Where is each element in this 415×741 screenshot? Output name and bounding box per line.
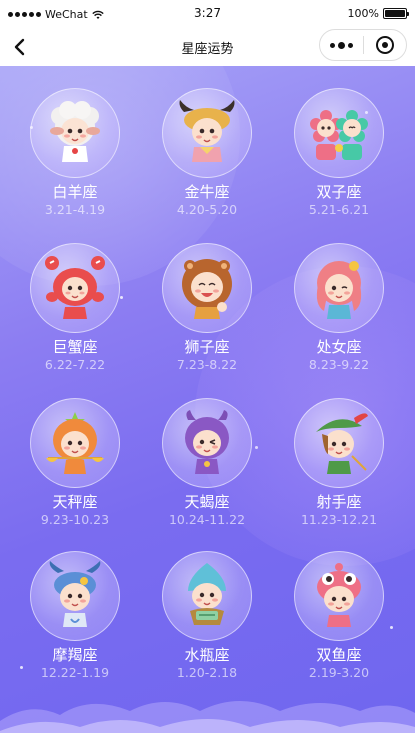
miniprogram-capsule	[319, 29, 407, 61]
sign-name: 天蝎座	[184, 493, 230, 511]
sign-date-range: 8.23-9.22	[308, 357, 370, 372]
sign-card-aries[interactable]: 白羊座 3.21-4.19	[10, 88, 140, 243]
sagittarius-character-icon	[294, 398, 384, 488]
sign-date-range: 12.22-1.19	[40, 665, 110, 680]
battery-percent: 100%	[347, 7, 379, 20]
sign-name: 处女座	[316, 338, 362, 356]
sign-name: 巨蟹座	[52, 338, 98, 356]
battery-icon	[383, 8, 409, 19]
zodiac-content: 白羊座 3.21-4.19 金牛座 4.20-5.20 双子座 5.21-6.2…	[0, 66, 415, 741]
libra-character-icon	[30, 398, 120, 488]
scorpio-character-icon	[162, 398, 252, 488]
sign-date-range: 10.24-11.22	[168, 512, 246, 527]
sign-name: 射手座	[316, 493, 362, 511]
zodiac-grid: 白羊座 3.21-4.19 金牛座 4.20-5.20 双子座 5.21-6.2…	[10, 88, 405, 701]
sign-card-cancer[interactable]: 巨蟹座 6.22-7.22	[10, 243, 140, 398]
battery-status: 100%	[347, 7, 409, 20]
sign-name: 摩羯座	[52, 646, 98, 664]
sign-date-range: 2.19-3.20	[308, 665, 370, 680]
pisces-character-icon	[294, 551, 384, 641]
bottom-safe-area	[0, 733, 415, 741]
cancer-character-icon	[30, 243, 120, 333]
sign-name: 天秤座	[52, 493, 98, 511]
sign-name: 白羊座	[52, 183, 98, 201]
sign-date-range: 5.21-6.21	[308, 202, 370, 217]
taurus-character-icon	[162, 88, 252, 178]
leo-character-icon	[162, 243, 252, 333]
gemini-character-icon	[294, 88, 384, 178]
sign-date-range: 1.20-2.18	[176, 665, 238, 680]
sign-card-pisces[interactable]: 双鱼座 2.19-3.20	[274, 551, 404, 701]
sign-name: 双鱼座	[316, 646, 362, 664]
sign-card-leo[interactable]: 狮子座 7.23-8.22	[142, 243, 272, 398]
more-dots-icon[interactable]	[320, 30, 363, 60]
aquarius-character-icon	[162, 551, 252, 641]
sign-card-libra[interactable]: 天秤座 9.23-10.23	[10, 398, 140, 551]
capricorn-character-icon	[30, 551, 120, 641]
sign-card-scorpio[interactable]: 天蝎座 10.24-11.22	[142, 398, 272, 551]
sign-date-range: 9.23-10.23	[40, 512, 110, 527]
sign-card-sagittarius[interactable]: 射手座 11.23-12.21	[274, 398, 404, 551]
virgo-character-icon	[294, 243, 384, 333]
sign-date-range: 3.21-4.19	[44, 202, 106, 217]
sign-card-capricorn[interactable]: 摩羯座 12.22-1.19	[10, 551, 140, 701]
sign-name: 金牛座	[184, 183, 230, 201]
sign-card-gemini[interactable]: 双子座 5.21-6.21	[274, 88, 404, 243]
sign-card-taurus[interactable]: 金牛座 4.20-5.20	[142, 88, 272, 243]
status-bar: WeChat 3:27 100%	[0, 0, 415, 28]
sign-name: 狮子座	[184, 338, 230, 356]
sign-card-virgo[interactable]: 处女座 8.23-9.22	[274, 243, 404, 398]
sign-date-range: 7.23-8.22	[176, 357, 238, 372]
close-target-icon[interactable]	[364, 30, 406, 60]
sign-date-range: 11.23-12.21	[300, 512, 378, 527]
sign-date-range: 4.20-5.20	[176, 202, 238, 217]
sign-date-range: 6.22-7.22	[44, 357, 106, 372]
sign-card-aquarius[interactable]: 水瓶座 1.20-2.18	[142, 551, 272, 701]
navigation-bar: 星座运势	[0, 28, 415, 66]
sign-name: 水瓶座	[184, 646, 230, 664]
aries-character-icon	[30, 88, 120, 178]
sign-name: 双子座	[316, 183, 362, 201]
